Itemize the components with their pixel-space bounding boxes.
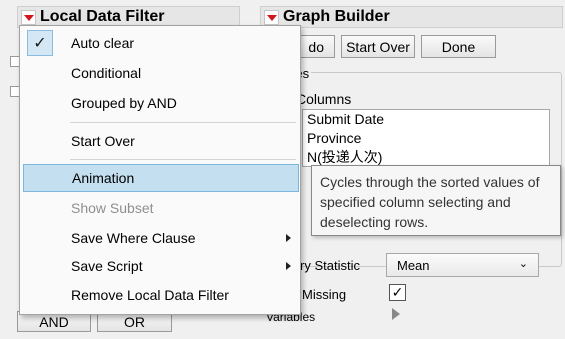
menu-item-label: Auto clear bbox=[71, 35, 135, 51]
menu-item-label: Show Subset bbox=[71, 200, 154, 216]
menu-item-save-script[interactable]: Save Script bbox=[23, 252, 299, 280]
menu-item-save-where-clause[interactable]: Save Where Clause bbox=[23, 224, 299, 252]
menu-item-label: Remove Local Data Filter bbox=[71, 287, 229, 303]
columns-listbox[interactable]: Submit Date Province N(投递人次) bbox=[302, 109, 550, 167]
filter-panel-strip bbox=[4, 28, 21, 318]
menu-item-conditional[interactable]: Conditional bbox=[23, 59, 299, 87]
disclosure-triangle-icon[interactable] bbox=[392, 308, 400, 320]
graph-builder-header: Graph Builder bbox=[260, 6, 563, 28]
menu-item-label: Grouped by AND bbox=[71, 95, 177, 111]
menu-item-label: Animation bbox=[72, 170, 135, 186]
chevron-down-icon: ⌄ bbox=[518, 258, 528, 270]
menu-item-grouped-by-and[interactable]: Grouped by AND bbox=[23, 89, 299, 117]
menu-item-label: Start Over bbox=[71, 133, 135, 149]
done-button[interactable]: Done bbox=[421, 35, 496, 58]
submenu-arrow-icon bbox=[286, 234, 291, 242]
menu-item-show-subset: Show Subset bbox=[23, 194, 299, 222]
menu-separator bbox=[70, 122, 296, 123]
list-item[interactable]: Submit Date bbox=[303, 110, 549, 129]
menu-item-label: Save Script bbox=[71, 258, 143, 274]
menu-item-start-over[interactable]: Start Over bbox=[23, 127, 299, 155]
graph-builder-title: Graph Builder bbox=[283, 8, 390, 25]
summary-statistic-value: Mean bbox=[397, 257, 430, 273]
summary-statistic-label: ry Statistic bbox=[300, 258, 360, 273]
menu-separator bbox=[70, 159, 296, 160]
graph-builder-red-triangle-icon[interactable] bbox=[264, 9, 279, 25]
missing-checkbox[interactable]: ✓ bbox=[389, 284, 406, 301]
local-data-filter-menu: ✓ Auto clear Conditional Grouped by AND … bbox=[19, 25, 301, 315]
animation-tooltip: Cycles through the sorted values of spec… bbox=[311, 165, 561, 236]
columns-label: Columns bbox=[296, 91, 352, 107]
menu-item-label: Save Where Clause bbox=[71, 230, 196, 246]
checkmark-icon: ✓ bbox=[27, 30, 53, 56]
submenu-arrow-icon bbox=[286, 262, 291, 270]
list-item[interactable]: Province bbox=[303, 129, 549, 148]
summary-statistic-select[interactable]: Mean ⌄ bbox=[386, 253, 539, 277]
local-data-filter-title: Local Data Filter bbox=[40, 8, 165, 25]
local-data-filter-red-triangle-icon[interactable] bbox=[21, 9, 36, 25]
menu-item-animation[interactable]: Animation bbox=[23, 164, 299, 192]
missing-label: Missing bbox=[302, 287, 347, 302]
menu-item-label: Conditional bbox=[71, 65, 142, 81]
menu-item-remove-local-data-filter[interactable]: Remove Local Data Filter bbox=[23, 281, 299, 309]
start-over-button[interactable]: Start Over bbox=[341, 35, 415, 58]
menu-item-auto-clear[interactable]: ✓ Auto clear bbox=[23, 29, 299, 57]
